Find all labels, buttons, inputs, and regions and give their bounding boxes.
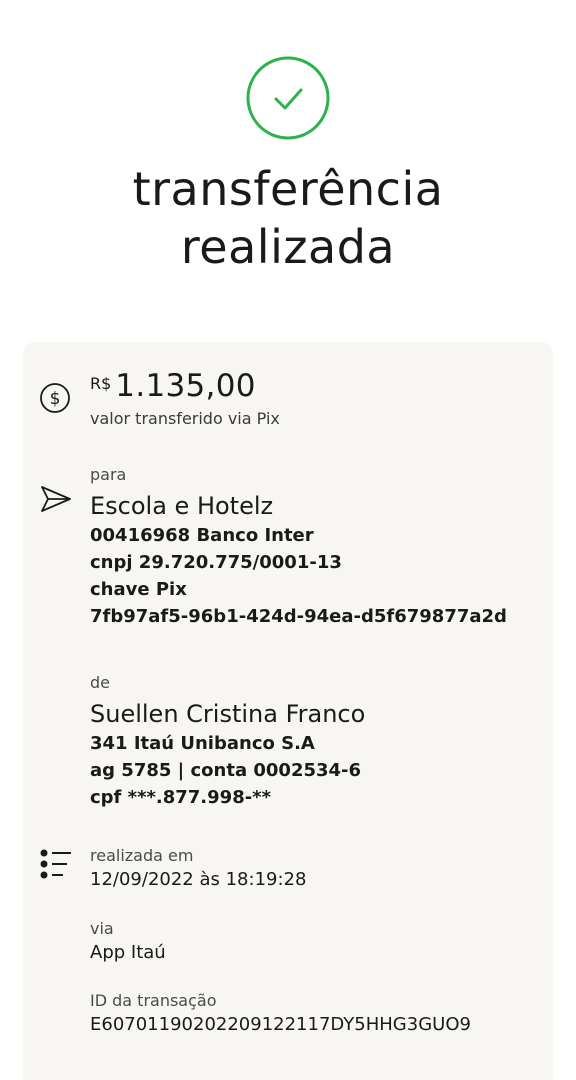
date-label: realizada em [90,846,194,865]
via-label: via [90,919,114,938]
svg-text:$: $ [50,389,61,409]
title-line-1: transferência [132,162,444,216]
recipient-bank: 00416968 Banco Inter [90,525,314,546]
amount-value: 1.135,00 [115,368,256,404]
sender-account: ag 5785 | conta 0002534-6 [90,760,362,781]
sender-name: Suellen Cristina Franco [90,700,366,728]
date-value: 12/09/2022 às 18:19:28 [90,869,307,890]
pix-key-label: chave Pix [90,579,187,600]
via-value: App Itaú [90,942,166,963]
dollar-circle-icon: $ [40,383,70,413]
recipient-document: cnpj 29.720.775/0001-13 [90,552,342,573]
page-title: transferência realizada [0,160,576,276]
check-circle-icon [246,56,330,140]
receipt-card: $ R$ 1.135,00 valor transferido via Pix p… [23,342,553,1080]
amount-section: R$ 1.135,00 valor transferido via Pix [90,366,540,430]
title-line-2: realizada [180,220,396,274]
recipient-section: para Escola e Hotelz 00416968 Banco Inte… [90,464,540,630]
sender-label: de [90,673,110,692]
amount-caption: valor transferido via Pix [90,409,280,428]
list-icon [40,849,71,879]
transaction-id-label: ID da transação [90,991,217,1010]
sender-document: cpf ***.877.998-** [90,787,272,808]
via-section: via App Itaú [90,918,540,966]
currency-label: R$ [90,374,112,393]
transaction-id-section: ID da transação E60701190202209122117DY5… [90,990,540,1038]
send-icon [41,486,71,512]
sender-section: de Suellen Cristina Franco 341 Itaú Unib… [90,672,540,811]
transaction-id-value: E60701190202209122117DY5HHG3GUO9 [90,1014,471,1035]
pix-key-value: 7fb97af5-96b1-424d-94ea-d5f679877a2d [90,606,507,627]
sender-bank: 341 Itaú Unibanco S.A [90,733,315,754]
date-section: realizada em 12/09/2022 às 18:19:28 [90,845,540,893]
recipient-name: Escola e Hotelz [90,492,274,520]
recipient-label: para [90,465,127,484]
